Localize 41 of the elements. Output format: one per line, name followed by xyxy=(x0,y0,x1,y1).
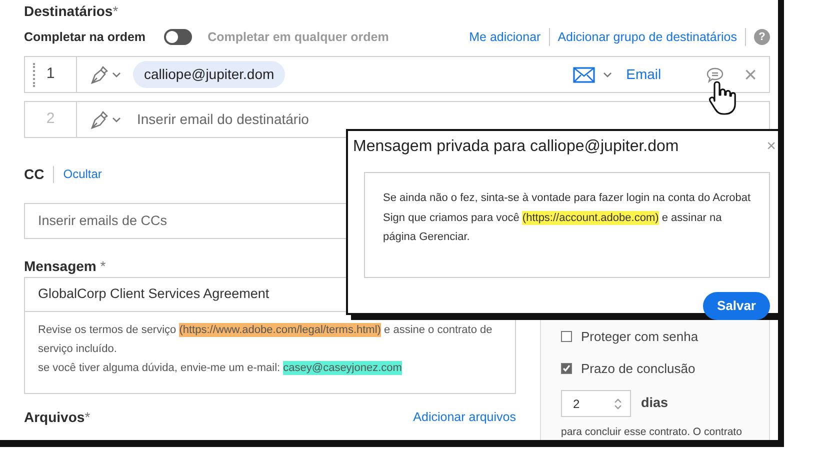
email-chip[interactable]: calliope@jupiter.dom xyxy=(133,61,286,88)
header-link[interactable]: Me adicionar xyxy=(469,28,550,46)
order-label: Completar na ordem xyxy=(24,28,146,46)
comment-icon[interactable] xyxy=(706,66,724,82)
help-icon[interactable]: ? xyxy=(754,29,770,45)
recipient-email-field[interactable]: Inserir email do destinatário xyxy=(137,109,309,130)
checkbox[interactable] xyxy=(561,362,572,374)
remove-button[interactable]: × xyxy=(744,64,757,86)
option-label: Proteger com senha xyxy=(581,328,698,346)
private-message-field[interactable]: Se ainda não o fez, sinta-se à vontade para fazer login na conta do Acrobat Sign que criamos para você (https://account.adobe.com) e assinar na página Gerenciar. xyxy=(364,172,770,278)
add-files-link[interactable]: Adicionar arquivos xyxy=(413,408,516,427)
pen-icon[interactable] xyxy=(89,110,109,130)
caret-icon[interactable] xyxy=(112,72,121,78)
envelope-icon[interactable] xyxy=(573,66,596,82)
section-title: Mensagem * xyxy=(24,258,107,275)
spinner-icon[interactable] xyxy=(614,398,622,410)
header-link[interactable]: Adicionar grupo de destinatários xyxy=(558,28,746,46)
message-paragraph: Se ainda não o fez, sinta-se à vontade para fazer login na conta do Acrobat Sign que criamos para você (https://account.adobe.com) e assinar na página Gerenciar. xyxy=(383,191,751,245)
deadline-note: para concluir esse contrato. O contrato xyxy=(561,425,742,440)
drag-handle-icon[interactable] xyxy=(33,63,35,87)
close-button[interactable]: × xyxy=(766,139,776,155)
delivery-method-link[interactable]: Email xyxy=(626,64,662,85)
toggle-switch[interactable] xyxy=(164,29,192,45)
hide-cc-link[interactable]: Ocultar xyxy=(63,165,102,183)
section-title: Destinatários* xyxy=(24,3,120,20)
message-paragraph: Revise os termos de serviço (https://www.adobe.com/legal/terms.html) e assine o contrato de serviço incluído. xyxy=(38,322,494,357)
days-field[interactable]: 2 xyxy=(561,390,631,417)
save-button[interactable]: Salvar xyxy=(702,292,770,320)
dialog-title: Mensagem privada para calliope@jupiter.dom xyxy=(353,137,679,157)
caret-icon[interactable] xyxy=(603,72,612,78)
message-paragraph: se você tiver alguma dúvida, envie-me um e-mail: casey@caseyjonez.com xyxy=(38,360,403,377)
pen-icon[interactable] xyxy=(89,64,109,84)
section-title: Arquivos* xyxy=(24,408,90,426)
checkbox[interactable] xyxy=(561,331,572,342)
caret-icon[interactable] xyxy=(112,116,121,122)
option-label: Prazo de conclusão xyxy=(581,360,696,378)
days-label: dias xyxy=(641,394,668,412)
section-title: CC xyxy=(24,166,54,182)
order-label: Completar em qualquer ordem xyxy=(208,28,389,46)
row-number: 2 xyxy=(46,109,55,130)
row-number: 1 xyxy=(46,64,55,84)
